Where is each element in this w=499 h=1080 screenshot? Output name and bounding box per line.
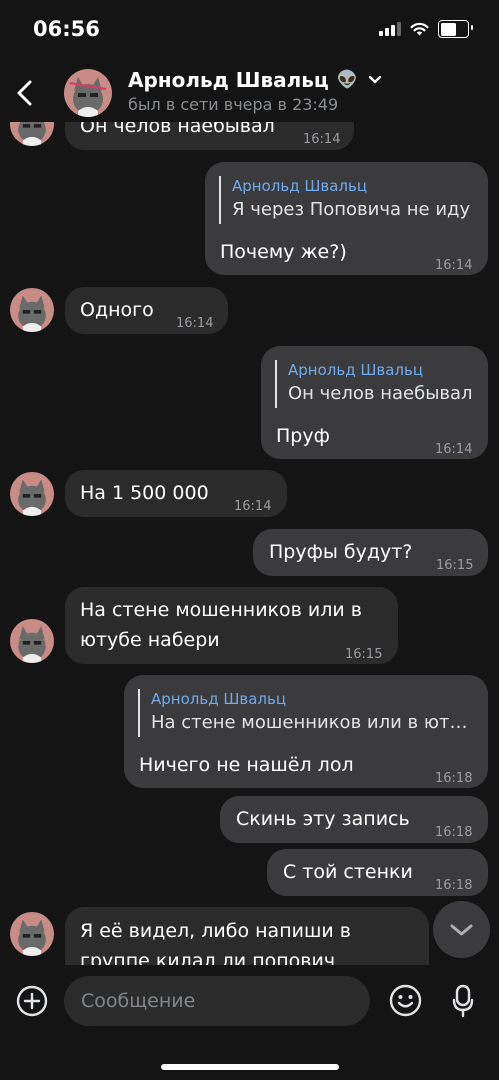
quote-text: На стене мошенников или в юту...: [151, 712, 471, 733]
sender-avatar[interactable]: [10, 912, 54, 956]
outgoing-message[interactable]: Арнольд Швальц Я через Поповича не иду П…: [205, 162, 488, 275]
outgoing-message[interactable]: Скинь эту запись 16:18: [220, 796, 488, 843]
outgoing-message[interactable]: Арнольд Швальц Он челов наебывал Пруф 16…: [261, 346, 488, 459]
message-text: Ничего не нашёл лол: [139, 754, 354, 776]
microphone-icon[interactable]: [452, 984, 474, 1018]
incoming-message[interactable]: На 1 500 000 16:14: [65, 470, 287, 517]
battery-icon: [438, 20, 473, 38]
message-text: С той стенки: [283, 861, 413, 883]
incoming-message[interactable]: На стене мошенников или в ютубе набери 1…: [65, 587, 398, 664]
incoming-message[interactable]: Он челов наебывал 16:14: [65, 122, 354, 150]
quote-author: Арнольд Швальц: [151, 690, 287, 708]
message-text: Пруфы будут?: [269, 541, 413, 563]
message-text-line1: На стене мошенников или в: [80, 599, 362, 621]
message-text-line2: ютубе набери: [80, 629, 220, 651]
message-text-line2: группе килал ли попович: [80, 950, 336, 965]
contact-title[interactable]: Арнольд Швальц 👽: [128, 68, 382, 92]
cellular-signal-icon: [379, 22, 401, 36]
back-chevron-left-icon[interactable]: [14, 78, 36, 108]
message-text: Почему же?): [220, 241, 347, 263]
message-time: 16:15: [345, 647, 383, 662]
message-time: 16:15: [436, 558, 474, 573]
sender-avatar[interactable]: [10, 288, 54, 332]
outgoing-message[interactable]: Арнольд Швальц На стене мошенников или в…: [124, 675, 488, 788]
reply-quote[interactable]: Арнольд Швальц Я через Поповича не иду: [219, 176, 470, 224]
reply-quote[interactable]: Арнольд Швальц Он челов наебывал: [275, 360, 473, 408]
sender-avatar[interactable]: [10, 122, 54, 146]
quote-author: Арнольд Швальц: [232, 177, 368, 195]
incoming-message[interactable]: Я её видел, либо напиши в группе килал л…: [65, 907, 429, 965]
sender-avatar[interactable]: [10, 619, 54, 663]
home-indicator[interactable]: [161, 1064, 339, 1070]
emoji-smile-icon[interactable]: [389, 984, 422, 1017]
status-time: 06:56: [33, 17, 100, 41]
message-time: 16:18: [435, 771, 473, 786]
message-composer: [0, 965, 499, 1080]
chat-header: Арнольд Швальц 👽 был в сети вчера в 23:4…: [0, 60, 499, 122]
attach-plus-circle-icon[interactable]: [16, 985, 48, 1017]
contact-avatar[interactable]: [64, 69, 112, 117]
message-time: 16:14: [435, 258, 473, 273]
quote-text: Я через Поповича не иду: [232, 199, 471, 220]
wifi-icon: [410, 22, 429, 36]
contact-name: Арнольд Швальц: [128, 68, 329, 92]
message-text: Пруф: [276, 425, 330, 447]
quote-text: Он челов наебывал: [288, 383, 473, 404]
alien-emoji: 👽: [336, 70, 358, 90]
message-time: 16:14: [303, 132, 341, 147]
chevron-down-icon[interactable]: [368, 75, 382, 85]
status-bar: 06:56: [0, 0, 499, 60]
reply-quote[interactable]: Арнольд Швальц На стене мошенников или в…: [138, 689, 471, 737]
chevron-down-icon: [450, 924, 473, 936]
message-text: На 1 500 000: [80, 482, 209, 504]
quote-author: Арнольд Швальц: [288, 361, 424, 379]
message-time: 16:18: [435, 878, 473, 893]
message-time: 16:14: [435, 442, 473, 457]
sender-avatar[interactable]: [10, 472, 54, 516]
outgoing-message[interactable]: Пруфы будут? 16:15: [253, 529, 488, 576]
message-text-line1: Я её видел, либо напиши в: [80, 920, 351, 942]
message-text: Одного: [80, 299, 154, 321]
scroll-to-bottom-button[interactable]: [433, 901, 490, 958]
incoming-message[interactable]: Одного 16:14: [65, 287, 228, 334]
message-list[interactable]: Он челов наебывал 16:14 Арнольд Швальц Я…: [0, 122, 499, 965]
message-text: Скинь эту запись: [236, 808, 410, 830]
message-time: 16:14: [234, 499, 272, 514]
message-time: 16:14: [176, 316, 214, 331]
last-seen-status: был в сети вчера в 23:49: [128, 95, 339, 114]
message-time: 16:18: [435, 825, 473, 840]
status-icons: [379, 20, 473, 38]
outgoing-message[interactable]: С той стенки 16:18: [267, 849, 488, 896]
message-text: Он челов наебывал: [80, 122, 275, 137]
message-input[interactable]: [64, 976, 370, 1026]
